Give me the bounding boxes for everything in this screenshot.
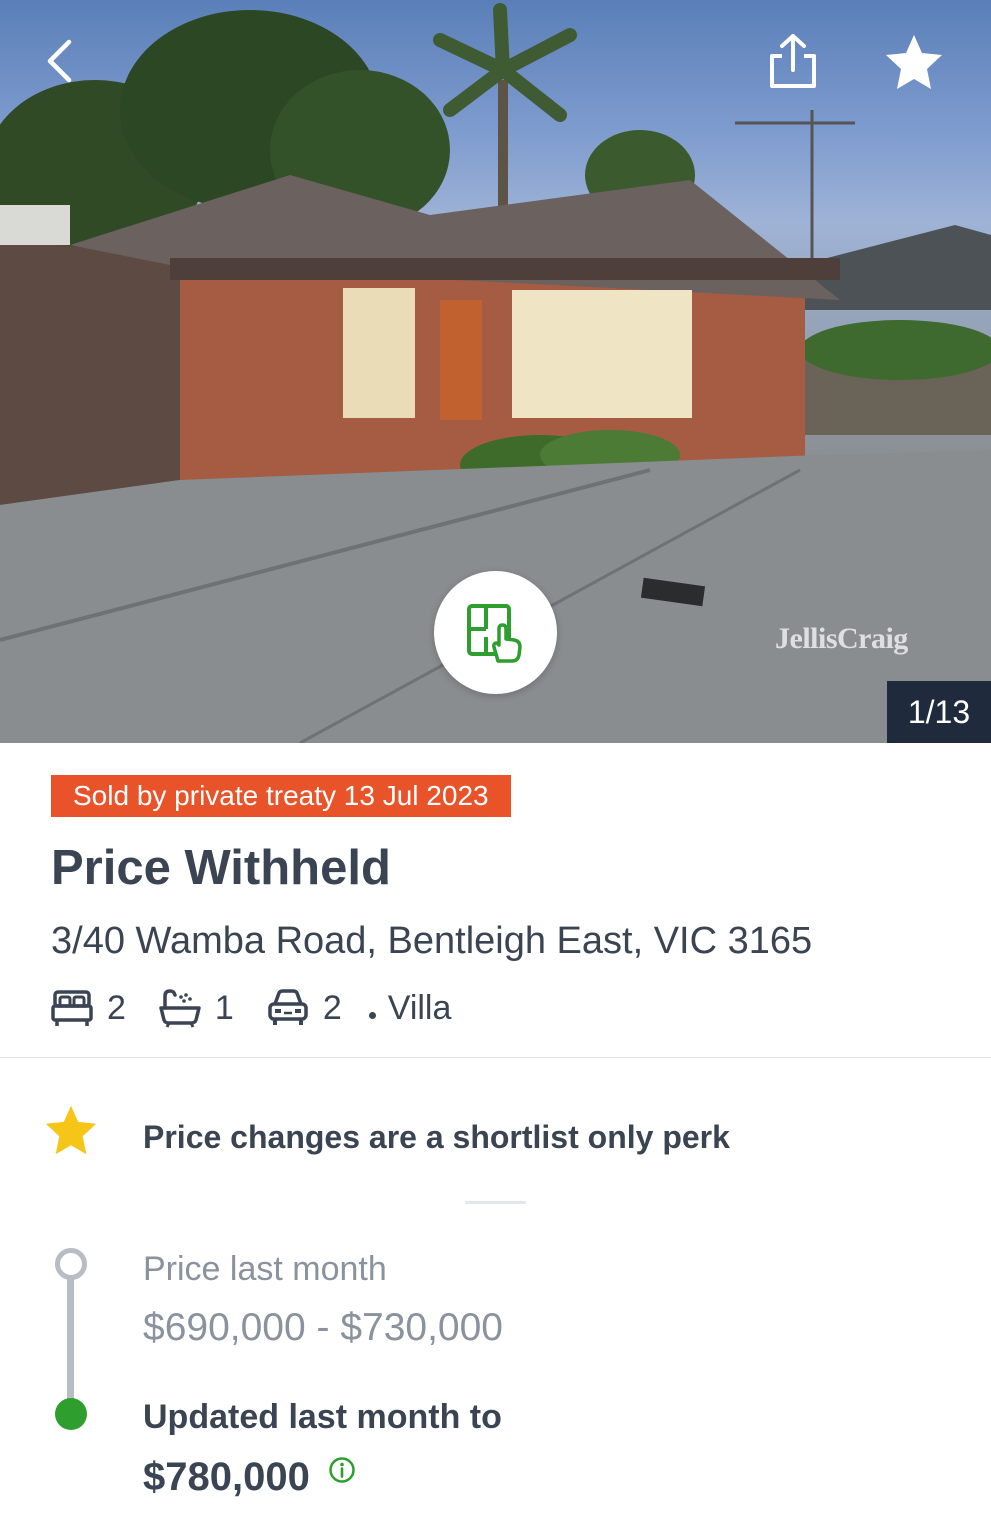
sold-status-badge: Sold by private treaty 13 Jul 2023	[51, 775, 511, 817]
floorplan-button[interactable]	[434, 571, 557, 694]
bathtub-icon	[159, 989, 201, 1028]
parking-feature: 2	[267, 988, 342, 1028]
parking-count: 2	[322, 988, 342, 1027]
timeline-current-node	[55, 1398, 87, 1430]
info-icon[interactable]	[328, 1456, 356, 1484]
separator-dot	[368, 1011, 376, 1019]
listing-price: Price Withheld	[51, 841, 391, 895]
car-icon	[268, 989, 308, 1025]
share-icon	[770, 34, 816, 88]
chevron-left-icon	[47, 39, 72, 83]
property-type-label: Villa	[387, 988, 452, 1027]
star-icon	[886, 35, 942, 89]
section-divider	[0, 1057, 991, 1058]
updated-price-value: $780,000	[143, 1455, 310, 1499]
floorplan-touch-icon	[466, 603, 522, 663]
bedrooms-feature: 2	[51, 988, 126, 1028]
timeline-line	[67, 1277, 74, 1399]
bathrooms-count: 1	[214, 988, 234, 1027]
back-button[interactable]	[36, 36, 86, 86]
bed-icon	[51, 990, 93, 1026]
updated-price-label: Updated last month to	[143, 1398, 502, 1436]
shortlist-star-button[interactable]	[884, 32, 944, 92]
agency-watermark: JellisCraig	[775, 622, 908, 655]
short-divider	[465, 1201, 526, 1204]
bathrooms-feature: 1	[159, 988, 234, 1028]
star-icon	[45, 1105, 97, 1155]
listing-address: 3/40 Wamba Road, Bentleigh East, VIC 316…	[51, 920, 813, 962]
previous-price-range: $690,000 - $730,000	[143, 1306, 503, 1349]
bedrooms-count: 2	[107, 988, 126, 1027]
share-button[interactable]	[764, 32, 822, 90]
shortlist-perk-message: Price changes are a shortlist only perk	[143, 1119, 730, 1155]
photo-counter: 1/13	[887, 681, 991, 743]
property-type: Villa	[368, 988, 452, 1028]
previous-price-label: Price last month	[143, 1250, 387, 1288]
property-features: 2 1 2 Villa	[51, 984, 451, 1032]
hero-photo[interactable]: JellisCraig 1/13	[0, 0, 991, 743]
timeline-previous-node	[55, 1248, 87, 1280]
